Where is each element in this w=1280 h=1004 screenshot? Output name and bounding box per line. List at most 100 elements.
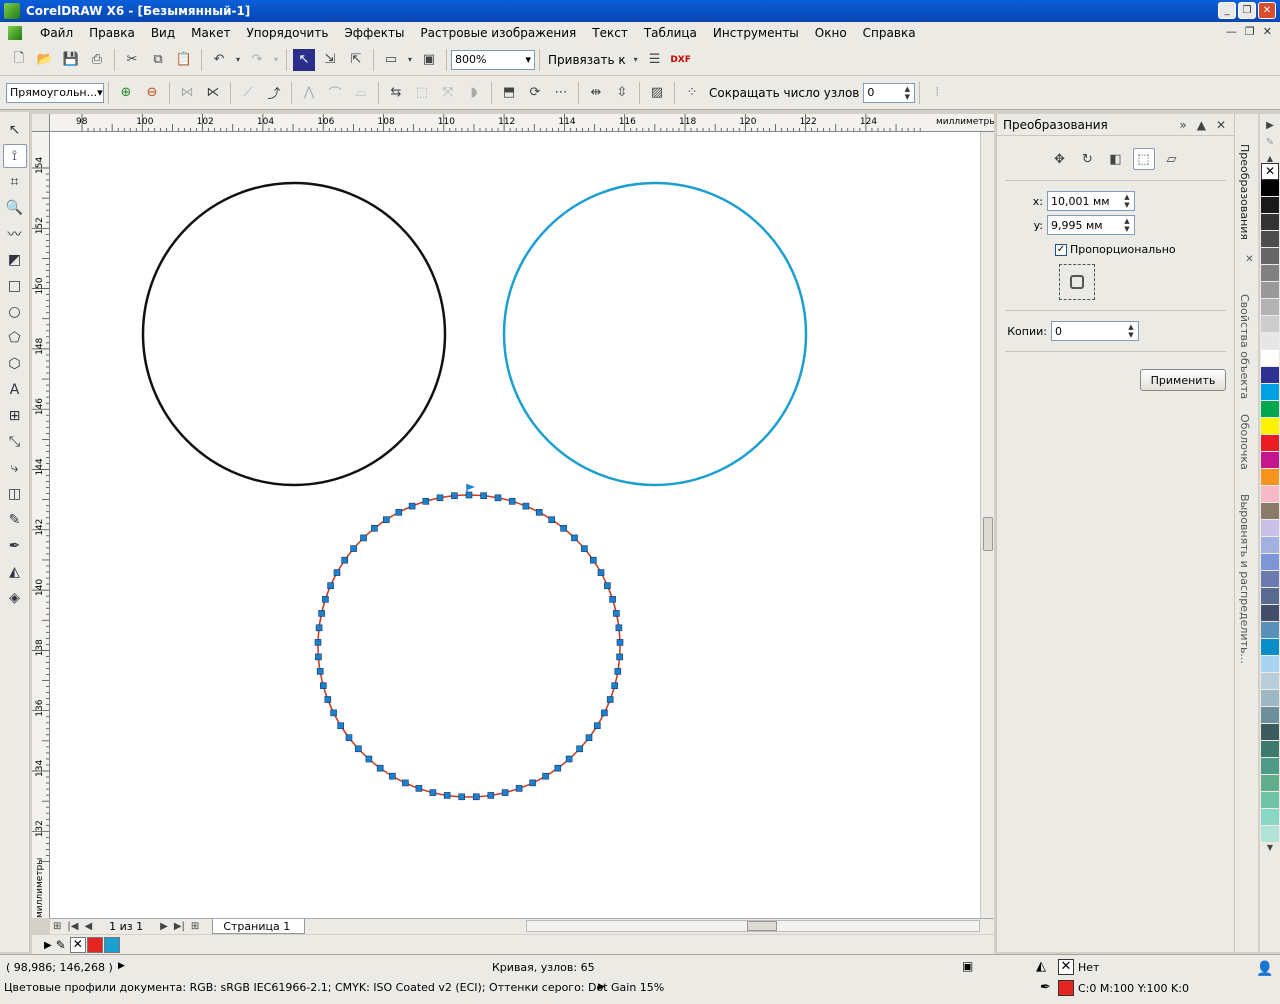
close-curve-icon[interactable]: ◗ [463,82,485,104]
tab-object-properties[interactable]: Свойства объекта [1238,294,1251,399]
menu-edit[interactable]: Правка [81,26,143,40]
vertical-scroll-thumb[interactable] [983,517,993,551]
curve-node[interactable] [327,582,334,590]
palette-swatch[interactable] [1261,299,1279,316]
curve-node[interactable] [315,624,323,632]
curve-node[interactable] [422,497,430,505]
collapse-icon[interactable]: ▲ [1197,118,1206,132]
curve-node[interactable] [395,508,403,516]
palette-scroll-up-icon[interactable]: ▶ [1266,120,1274,131]
close-tab-icon[interactable]: ✕ [1244,254,1255,265]
document-icon[interactable] [8,26,22,40]
curve-node[interactable] [571,534,578,542]
add-node-icon[interactable]: ⊕ [115,82,137,104]
horizontal-ruler[interactable]: 98 100 102 104 106 108 110 112 114 116 118 120 122 12… [32,114,994,132]
join-nodes-icon[interactable]: ⋈ [176,82,198,104]
menu-window[interactable]: Окно [807,26,855,40]
page-tab[interactable]: Страница 1 [212,919,306,934]
palette-swatch[interactable] [1261,741,1279,758]
align-nodes-icon[interactable]: ⋯ [550,82,572,104]
curve-node[interactable] [576,745,583,753]
paste-icon[interactable]: 📋 [173,49,195,71]
curve-node[interactable] [542,772,549,780]
fill-tool-icon[interactable]: ◭ [3,560,27,584]
curve-node[interactable] [376,764,384,772]
menu-layout[interactable]: Макет [183,26,238,40]
palette-swatch[interactable] [1261,316,1279,333]
palette-swatch[interactable] [1261,418,1279,435]
curve-node[interactable] [487,792,495,799]
curve-node[interactable] [315,653,322,661]
freehand-tool-icon[interactable]: 〰 [3,222,27,246]
fill-bucket-icon[interactable]: ◭ [1036,959,1046,974]
add-page-icon[interactable]: ⊞ [53,921,61,932]
rotate-mode-icon[interactable]: ↻ [1077,148,1099,170]
palette-swatch[interactable] [1261,180,1279,197]
curve-node[interactable] [319,682,327,690]
expand-status-icon[interactable]: ▶ [118,961,125,971]
menu-bitmaps[interactable]: Растровые изображения [412,26,584,40]
palette-swatch[interactable] [1261,554,1279,571]
fill-none-swatch[interactable]: ✕ [1058,959,1074,975]
selection-mode-select[interactable]: Прямоугольн... ▾ [6,82,104,103]
menu-effects[interactable]: Эффекты [336,26,412,40]
curve-node[interactable] [616,639,624,646]
table-tool-icon[interactable]: ⊞ [3,404,27,428]
no-color-swatch[interactable]: ✕ [69,937,86,953]
curve-node[interactable] [604,582,611,590]
horizontal-scroll-thumb[interactable] [747,921,777,931]
curve-node[interactable] [350,545,357,552]
palette-swatch[interactable] [1261,265,1279,282]
break-curve-icon[interactable]: ⋉ [202,82,224,104]
curve-node[interactable] [330,709,337,717]
eyedropper-icon[interactable]: ✎ [56,938,66,952]
palette-swatch[interactable] [1261,571,1279,588]
curve-node[interactable] [597,569,605,576]
curve-node[interactable] [314,639,322,646]
outline-pen-icon[interactable]: ✒ [1040,980,1051,995]
palette-swatch[interactable] [1261,435,1279,452]
undo-icon[interactable]: ↶ [208,49,230,71]
color-profiles[interactable]: Цветовые профили документа: RGB: sRGB IE… [4,981,664,994]
palette-swatch[interactable] [1261,401,1279,418]
eyedropper-icon[interactable]: ✎ [1266,137,1274,148]
mirror-horizontal-icon[interactable]: ⇹ [585,82,607,104]
curve-node[interactable] [522,502,530,510]
doc-restore-button[interactable]: ❐ [1245,25,1255,38]
basic-shapes-tool-icon[interactable]: ⬡ [3,352,27,376]
curve-node[interactable] [451,492,458,500]
eyedropper-tool-icon[interactable]: ✎ [3,508,27,532]
curve-node[interactable] [501,789,509,796]
spin-arrows-icon[interactable]: ▲ ▼ [902,85,912,101]
palette-swatch[interactable] [1261,707,1279,724]
outline-color-swatch[interactable] [1058,980,1074,996]
undo-dropdown-icon[interactable]: ▾ [234,49,242,71]
curve-node[interactable] [371,524,378,532]
symmetrical-node-icon[interactable]: ⌓ [350,82,372,104]
palette-swatch[interactable] [1261,605,1279,622]
spin-arrows-icon[interactable]: ▲ ▼ [1126,323,1136,339]
cyan-swatch[interactable] [103,937,120,953]
black-circle[interactable] [141,181,447,487]
smart-fill-tool-icon[interactable]: ◩ [3,248,27,272]
curve-node[interactable] [593,722,601,730]
menu-view[interactable]: Вид [143,26,183,40]
vertical-scrollbar[interactable] [980,132,994,918]
cut-icon[interactable]: ✂ [121,49,143,71]
curve-node[interactable] [402,779,409,787]
curve-node[interactable] [337,722,345,730]
curve-node[interactable] [458,793,466,801]
ellipse-tool-icon[interactable]: ○ [3,300,27,324]
menu-text[interactable]: Текст [584,26,636,40]
x-size-input[interactable]: 10,001 мм ▲ ▼ [1047,191,1135,211]
curve-node[interactable] [480,492,487,500]
curve-node[interactable] [614,668,622,675]
palette-swatch[interactable] [1261,690,1279,707]
new-document-icon[interactable]: 🗋 [8,49,30,71]
mirror-vertical-icon[interactable]: ⇳ [611,82,633,104]
palette-swatch[interactable] [1261,622,1279,639]
curve-node[interactable] [529,779,536,787]
red-swatch[interactable] [86,937,103,953]
doc-minimize-button[interactable]: — [1226,25,1237,38]
y-size-input[interactable]: 9,995 мм ▲ ▼ [1047,215,1135,235]
